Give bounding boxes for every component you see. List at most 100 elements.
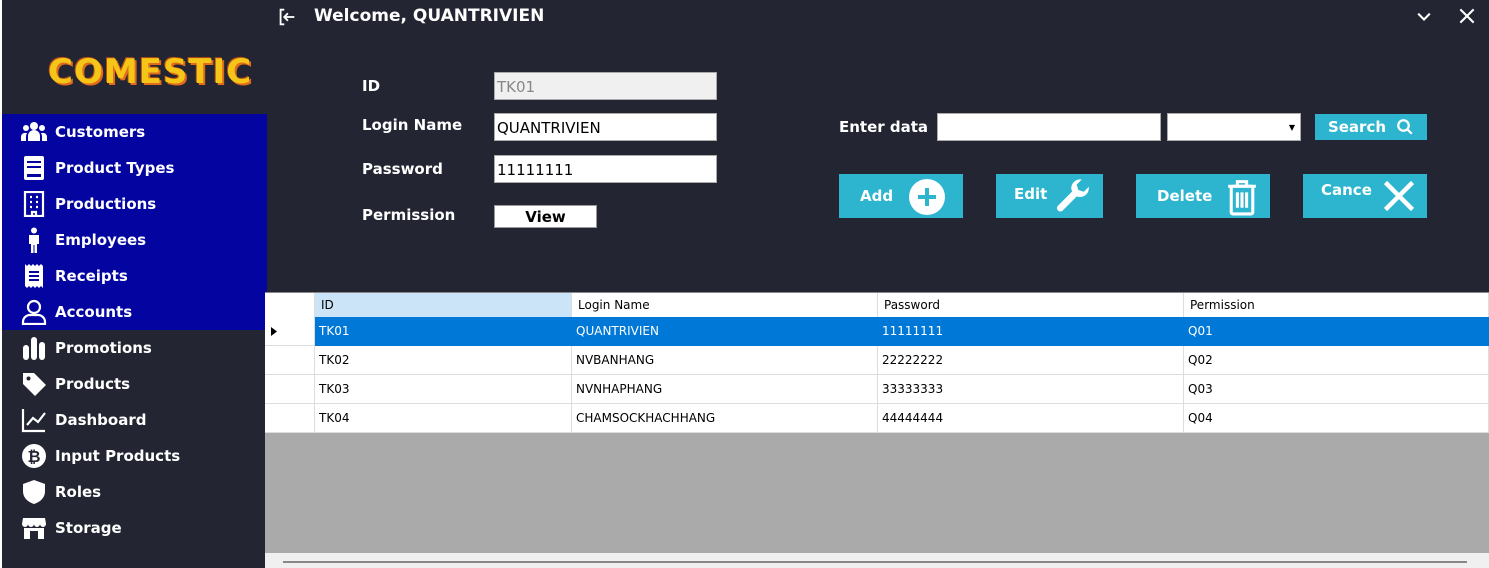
edit-button[interactable]: Edit <box>996 174 1103 218</box>
search-input[interactable] <box>937 113 1161 141</box>
cancel-button-label: Cance <box>1321 181 1372 199</box>
sidebar-item-label: Employees <box>55 231 147 249</box>
cell-permission[interactable]: Q02 <box>1184 346 1489 375</box>
edit-button-label: Edit <box>1014 185 1048 203</box>
book-icon <box>20 154 48 182</box>
table-row[interactable]: TK01 QUANTRIVIEN 11111111 Q01 <box>265 317 1489 346</box>
add-button[interactable]: Add <box>839 174 963 218</box>
x-icon <box>1383 180 1415 212</box>
sidebar-item-label: Storage <box>55 519 122 537</box>
sidebar-item-receipts[interactable]: Receipts <box>2 258 267 294</box>
plus-circle-icon <box>909 179 945 215</box>
id-label: ID <box>362 77 381 95</box>
cell-login-name[interactable]: QUANTRIVIEN <box>572 317 878 346</box>
close-icon[interactable] <box>1457 5 1477 27</box>
search-column-select[interactable]: ▼ <box>1167 113 1301 141</box>
cell-password[interactable]: 22222222 <box>878 346 1184 375</box>
column-header-permission[interactable]: Permission <box>1184 293 1489 317</box>
sidebar-item-label: Accounts <box>55 303 133 321</box>
sidebar-item-input-products[interactable]: ₿ Input Products <box>2 438 267 474</box>
search-button-label: Search <box>1327 118 1387 136</box>
sidebar-nav: Customers Product Types Productions Employe… <box>2 114 267 546</box>
sidebar-item-dashboard[interactable]: Dashboard <box>2 402 267 438</box>
sidebar-item-promotions[interactable]: Promotions <box>2 330 267 366</box>
sidebar-item-label: Input Products <box>55 447 181 465</box>
cell-id[interactable]: TK04 <box>315 404 572 433</box>
table-row[interactable]: TK04 CHAMSOCKHACHHANG 44444444 Q04 <box>265 404 1489 433</box>
sidebar-item-products[interactable]: Products <box>2 366 267 402</box>
bar-chart-icon <box>20 334 48 362</box>
add-button-label: Add <box>860 187 894 205</box>
cell-id[interactable]: TK01 <box>315 317 572 346</box>
users-icon <box>20 118 48 146</box>
svg-text:₿: ₿ <box>27 447 40 466</box>
receipt-icon <box>20 262 48 290</box>
table-row[interactable]: TK03 NVNHAPHANG 33333333 Q03 <box>265 375 1489 404</box>
cell-login-name[interactable]: CHAMSOCKHACHHANG <box>572 404 878 433</box>
sidebar-item-productions[interactable]: Productions <box>2 186 267 222</box>
wrench-icon <box>1056 179 1089 212</box>
cell-login-name[interactable]: NVNHAPHANG <box>572 375 878 404</box>
sidebar-item-customers[interactable]: Customers <box>2 114 267 150</box>
sidebar-item-accounts[interactable]: Accounts <box>2 294 267 330</box>
bitcoin-icon: ₿ <box>20 442 48 470</box>
login-name-label: Login Name <box>362 116 463 134</box>
sidebar-item-employees[interactable]: Employees <box>2 222 267 258</box>
line-chart-icon <box>20 406 48 434</box>
user-outline-icon <box>20 298 48 326</box>
chevron-down-icon[interactable] <box>1414 7 1434 27</box>
sidebar-item-storage[interactable]: Storage <box>2 510 267 546</box>
table-row[interactable]: TK02 NVBANHANG 22222222 Q02 <box>265 346 1489 375</box>
password-field[interactable]: 11111111 <box>494 155 717 183</box>
cancel-button[interactable]: Cance <box>1303 174 1427 218</box>
accounts-grid: ID Login Name Password Permission TK01 QUANT… <box>265 292 1489 568</box>
row-header[interactable] <box>265 346 315 375</box>
cell-password[interactable]: 33333333 <box>878 375 1184 404</box>
row-header[interactable] <box>265 404 315 433</box>
sidebar-item-product-types[interactable]: Product Types <box>2 150 267 186</box>
building-icon <box>20 190 48 218</box>
app-logo: COMESTIC <box>48 52 253 92</box>
column-header-login-name[interactable]: Login Name <box>572 293 878 317</box>
grid-header: ID Login Name Password Permission <box>265 293 1489 317</box>
sidebar-item-roles[interactable]: Roles <box>2 474 267 510</box>
tag-icon <box>20 370 48 398</box>
delete-button[interactable]: Delete <box>1136 174 1270 218</box>
row-header[interactable] <box>265 375 315 404</box>
password-label: Password <box>362 160 443 178</box>
person-icon <box>20 226 48 254</box>
search-icon <box>1397 119 1413 135</box>
cell-password[interactable]: 44444444 <box>878 404 1184 433</box>
row-pointer-icon <box>271 327 277 336</box>
cell-permission[interactable]: Q04 <box>1184 404 1489 433</box>
sidebar-item-label: Promotions <box>55 339 152 357</box>
sidebar-item-label: Productions <box>55 195 157 213</box>
dropdown-arrow-icon: ▼ <box>1288 123 1295 132</box>
column-header-password[interactable]: Password <box>878 293 1184 317</box>
cell-permission[interactable]: Q03 <box>1184 375 1489 404</box>
id-field[interactable]: TK01 <box>494 72 717 100</box>
delete-button-label: Delete <box>1157 187 1213 205</box>
store-icon <box>20 514 48 542</box>
sidebar: COMESTIC Customers Product Types Productio… <box>0 0 267 568</box>
sidebar-item-label: Product Types <box>55 159 175 177</box>
search-button[interactable]: Search <box>1315 114 1427 140</box>
login-name-field[interactable]: QUANTRIVIEN <box>494 113 717 141</box>
horizontal-scrollbar[interactable] <box>265 553 1489 568</box>
scrollbar-thumb[interactable] <box>283 561 1467 563</box>
logout-icon[interactable] <box>276 6 298 28</box>
trash-icon <box>1228 180 1256 216</box>
cell-password[interactable]: 11111111 <box>878 317 1184 346</box>
permission-label: Permission <box>362 206 456 224</box>
cell-id[interactable]: TK03 <box>315 375 572 404</box>
sidebar-item-label: Dashboard <box>55 411 147 429</box>
cell-login-name[interactable]: NVBANHANG <box>572 346 878 375</box>
sidebar-item-label: Receipts <box>55 267 128 285</box>
cell-id[interactable]: TK02 <box>315 346 572 375</box>
view-permission-button[interactable]: View <box>494 205 597 228</box>
cell-permission[interactable]: Q01 <box>1184 317 1489 346</box>
welcome-title: Welcome, QUANTRIVIEN <box>314 6 545 26</box>
column-header-id[interactable]: ID <box>315 293 572 317</box>
row-header[interactable] <box>265 317 315 346</box>
sidebar-item-label: Products <box>55 375 131 393</box>
